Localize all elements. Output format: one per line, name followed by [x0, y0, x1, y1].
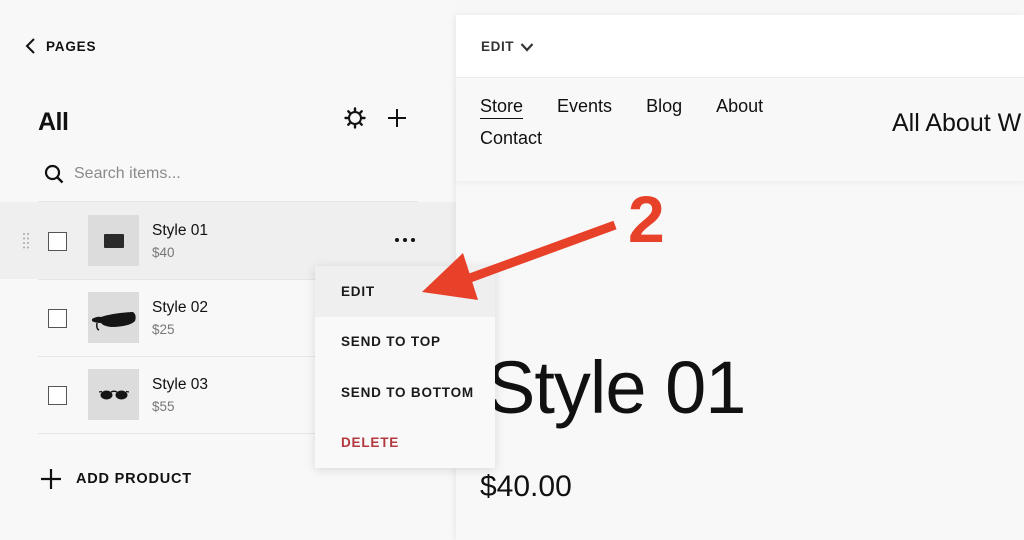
- nav-link-contact[interactable]: Contact: [480, 127, 542, 150]
- back-to-pages-button[interactable]: PAGES: [24, 38, 96, 54]
- page-title: All: [38, 108, 69, 136]
- menu-item-delete[interactable]: DELETE: [315, 418, 495, 469]
- ellipsis-icon-dot: [403, 238, 407, 242]
- menu-item-send-to-top[interactable]: SEND TO TOP: [315, 317, 495, 368]
- menu-item-send-to-bottom[interactable]: SEND TO BOTTOM: [315, 367, 495, 418]
- product-title: Style 01: [486, 346, 746, 429]
- ellipsis-icon-dot: [395, 238, 399, 242]
- product-price: $55: [152, 399, 175, 414]
- plus-icon: [41, 469, 61, 489]
- product-name: Style 01: [152, 222, 209, 239]
- search-icon: [44, 164, 64, 184]
- nav-link-store[interactable]: Store: [480, 95, 524, 119]
- chevron-left-icon: [25, 38, 35, 54]
- site-nav: Store Events Blog About Contact: [480, 95, 810, 150]
- product-checkbox[interactable]: [48, 309, 67, 328]
- menu-item-edit[interactable]: EDIT: [315, 266, 495, 317]
- nav-link-events[interactable]: Events: [557, 95, 612, 119]
- back-label: PAGES: [46, 38, 97, 54]
- nav-link-blog[interactable]: Blog: [646, 95, 682, 119]
- add-button[interactable]: [385, 106, 409, 130]
- add-product-label: ADD PRODUCT: [76, 471, 192, 487]
- nav-link-about[interactable]: About: [716, 95, 763, 119]
- product-thumbnail-wallet: [88, 215, 139, 266]
- site-title: All About W: [892, 109, 1022, 137]
- more-options-button[interactable]: [390, 232, 420, 248]
- product-name: Style 02: [152, 299, 209, 316]
- product-thumbnail-belt-bag: [88, 292, 139, 343]
- settings-button[interactable]: [343, 106, 367, 130]
- edit-dropdown[interactable]: EDIT: [481, 39, 534, 54]
- site-preview: EDIT Store Events Blog About Contact All…: [456, 15, 1024, 540]
- ellipsis-icon-dot: [411, 238, 415, 242]
- site-header: Store Events Blog About Contact All Abou…: [456, 79, 1024, 181]
- drag-handle-icon[interactable]: [22, 232, 30, 250]
- chevron-down-icon: [520, 42, 534, 52]
- product-thumbnail-sunglasses: [88, 369, 139, 420]
- gear-icon: [344, 107, 366, 129]
- search-bar: [44, 164, 414, 184]
- product-checkbox[interactable]: [48, 232, 67, 251]
- preview-toolbar: EDIT: [456, 15, 1024, 78]
- product-price-display: $40.00: [480, 470, 572, 503]
- product-name: Style 03: [152, 376, 209, 393]
- product-checkbox[interactable]: [48, 386, 67, 405]
- product-price: $40: [152, 245, 175, 260]
- edit-dropdown-label: EDIT: [481, 39, 515, 54]
- plus-icon: [388, 109, 406, 127]
- search-input[interactable]: [74, 165, 374, 183]
- context-menu: EDIT SEND TO TOP SEND TO BOTTOM DELETE: [315, 266, 495, 468]
- add-product-button[interactable]: ADD PRODUCT: [40, 468, 192, 490]
- product-price: $25: [152, 322, 175, 337]
